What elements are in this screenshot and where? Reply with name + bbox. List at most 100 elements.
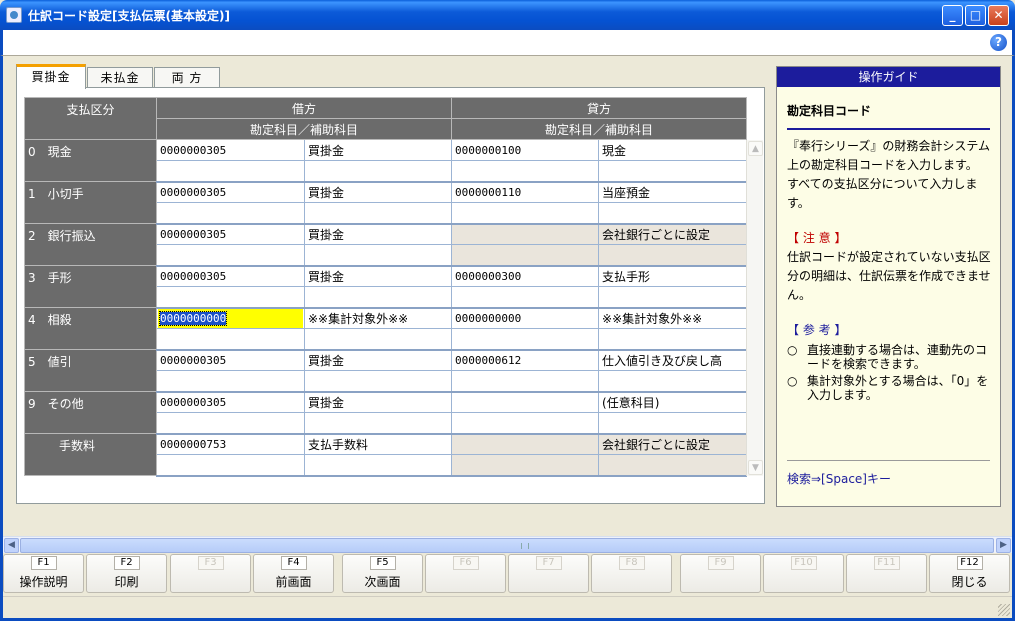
title-bar: 仕訳コード設定[支払伝票(基本設定)] _ □ ✕ bbox=[0, 0, 1015, 30]
grid-vertical-scrollbar[interactable]: ▲ ▼ bbox=[746, 140, 763, 476]
debit-code-cell[interactable]: 0000000753 bbox=[156, 433, 305, 455]
debit-sub-name-cell bbox=[303, 328, 453, 351]
guide-title: 勘定科目コード bbox=[787, 104, 872, 118]
debit-sub-code-cell[interactable] bbox=[156, 160, 305, 183]
row-header-tegata: 3 手形 bbox=[24, 265, 157, 308]
header-debit: 借方 bbox=[155, 97, 453, 119]
credit-sub-name-cell bbox=[598, 160, 748, 183]
credit-sub-name-cell bbox=[598, 202, 748, 225]
debit-sub-name-cell bbox=[303, 244, 453, 267]
tab-kaikakekin[interactable]: 買掛金 bbox=[16, 64, 86, 89]
window-title: 仕訳コード設定[支払伝票(基本設定)] bbox=[28, 9, 230, 23]
debit-code-cell[interactable]: 0000000305 bbox=[156, 223, 305, 245]
debit-sub-code-cell[interactable] bbox=[156, 328, 305, 351]
scroll-down-icon[interactable]: ▼ bbox=[748, 460, 763, 475]
horizontal-scrollbar[interactable]: ◀ ▶ bbox=[3, 536, 1012, 553]
scroll-thumb[interactable] bbox=[20, 538, 994, 553]
credit-sub-name-cell bbox=[598, 328, 748, 351]
credit-name-cell: 仕入値引き及び戻し高 bbox=[598, 349, 748, 371]
credit-sub-code-cell bbox=[451, 244, 600, 267]
debit-sub-code-cell[interactable] bbox=[156, 286, 305, 309]
credit-code-cell[interactable]: 0000000612 bbox=[451, 349, 600, 371]
credit-sub-name-cell bbox=[598, 244, 748, 267]
resize-grip-icon[interactable] bbox=[998, 604, 1010, 616]
credit-code-cell bbox=[451, 433, 600, 455]
guide-note-heading: 【 注 意 】 bbox=[787, 231, 847, 245]
debit-name-cell: 支払手数料 bbox=[303, 433, 453, 455]
debit-sub-name-cell bbox=[303, 202, 453, 225]
debit-sub-name-cell bbox=[303, 370, 453, 393]
credit-sub-name-cell bbox=[598, 370, 748, 393]
credit-code-cell[interactable]: 0000000000 bbox=[451, 307, 600, 329]
credit-sub-code-cell[interactable] bbox=[451, 370, 600, 393]
help-icon[interactable]: ? bbox=[990, 34, 1007, 51]
row-header-sonota: 9 その他 bbox=[24, 391, 157, 434]
tab-miharaikin[interactable]: 未払金 bbox=[87, 67, 153, 88]
journal-code-grid: 支払区分 借方 貸方 勘定科目／補助科目 勘定科目／補助科目 0 現金 0000… bbox=[24, 97, 748, 477]
function-key-bar: F1 操作説明 F2 印刷 F3 F4 前画面 F5 次画面 F6 F7 F8 F9 F… bbox=[3, 554, 1012, 594]
scroll-left-icon[interactable]: ◀ bbox=[4, 538, 19, 553]
f6-button: F6 bbox=[425, 554, 506, 593]
debit-code-cell[interactable]: 0000000305 bbox=[156, 391, 305, 413]
guide-reference-item: ○ 直接連動する場合は、連動先のコードを検索できます。 bbox=[787, 343, 988, 371]
credit-code-cell[interactable]: 0000000100 bbox=[451, 139, 600, 161]
credit-sub-code-cell[interactable] bbox=[451, 202, 600, 225]
circle-bullet-icon: ○ bbox=[787, 374, 798, 388]
f5-button[interactable]: F5 次画面 bbox=[342, 554, 423, 593]
credit-sub-name-cell bbox=[598, 454, 748, 477]
scroll-right-icon[interactable]: ▶ bbox=[996, 538, 1011, 553]
guide-reference-item: ○ 集計対象外とする場合は、「0」を入力します。 bbox=[787, 374, 989, 402]
debit-sub-code-cell[interactable] bbox=[156, 202, 305, 225]
credit-name-cell: (任意科目) bbox=[598, 391, 748, 413]
f9-button: F9 bbox=[680, 554, 761, 593]
debit-code-cell[interactable]: 0000000305 bbox=[156, 265, 305, 287]
debit-code-cell[interactable]: 0000000305 bbox=[156, 139, 305, 161]
header-credit: 貸方 bbox=[451, 97, 748, 119]
f8-button: F8 bbox=[591, 554, 672, 593]
f2-button[interactable]: F2 印刷 bbox=[86, 554, 167, 593]
minimize-button[interactable]: _ bbox=[942, 5, 963, 26]
debit-name-cell: 買掛金 bbox=[303, 181, 453, 203]
app-icon[interactable] bbox=[6, 7, 22, 23]
debit-sub-code-cell[interactable] bbox=[156, 244, 305, 267]
close-button[interactable]: ✕ bbox=[988, 5, 1009, 26]
credit-sub-code-cell[interactable] bbox=[451, 412, 600, 435]
debit-name-cell: 買掛金 bbox=[303, 391, 453, 413]
row-header-sousai: 4 相殺 bbox=[24, 307, 157, 350]
credit-sub-code-cell[interactable] bbox=[451, 286, 600, 309]
debit-sub-name-cell bbox=[303, 454, 453, 477]
credit-code-cell bbox=[451, 223, 600, 245]
debit-sub-code-cell[interactable] bbox=[156, 412, 305, 435]
guide-note-text: 仕訳コードが設定されていない支払区分の明細は、仕訳伝票を作成できません。 bbox=[787, 250, 991, 302]
row-header-nebiki: 5 値引 bbox=[24, 349, 157, 392]
row-header-tesuuryou: 手数料 bbox=[24, 433, 157, 476]
debit-name-cell: 買掛金 bbox=[303, 139, 453, 161]
debit-sub-code-cell[interactable] bbox=[156, 370, 305, 393]
credit-code-cell[interactable]: 0000000300 bbox=[451, 265, 600, 287]
tab-ryouhou[interactable]: 両 方 bbox=[154, 67, 220, 88]
maximize-button[interactable]: □ bbox=[965, 5, 986, 26]
credit-sub-code-cell[interactable] bbox=[451, 160, 600, 183]
credit-name-cell: 現金 bbox=[598, 139, 748, 161]
selected-code-text[interactable]: 0000000000 bbox=[158, 310, 228, 326]
debit-name-cell: ※※集計対象外※※ bbox=[303, 307, 453, 329]
row-header-genkin: 0 現金 bbox=[24, 139, 157, 182]
guide-header: 操作ガイド bbox=[777, 67, 1000, 87]
f12-button[interactable]: F12 閉じる bbox=[929, 554, 1010, 593]
status-bar bbox=[3, 596, 1012, 618]
debit-sub-code-cell[interactable] bbox=[156, 454, 305, 477]
f1-button[interactable]: F1 操作説明 bbox=[3, 554, 84, 593]
credit-sub-code-cell[interactable] bbox=[451, 328, 600, 351]
credit-code-cell[interactable] bbox=[451, 391, 600, 413]
credit-name-cell: 当座預金 bbox=[598, 181, 748, 203]
guide-reference-heading: 【 参 考 】 bbox=[787, 323, 847, 337]
debit-code-cell[interactable]: 0000000305 bbox=[156, 181, 305, 203]
credit-code-cell[interactable]: 0000000110 bbox=[451, 181, 600, 203]
debit-code-cell[interactable]: 0000000305 bbox=[156, 349, 305, 371]
scroll-up-icon[interactable]: ▲ bbox=[748, 141, 763, 156]
debit-code-cell-selected[interactable]: 0000000000 bbox=[156, 307, 305, 329]
debit-name-cell: 買掛金 bbox=[303, 223, 453, 245]
guide-divider bbox=[787, 128, 990, 130]
f4-button[interactable]: F4 前画面 bbox=[253, 554, 334, 593]
operation-guide-panel: 操作ガイド 勘定科目コード 『奉行シリーズ』の財務会計システム上の勘定科目コード… bbox=[776, 66, 1001, 507]
